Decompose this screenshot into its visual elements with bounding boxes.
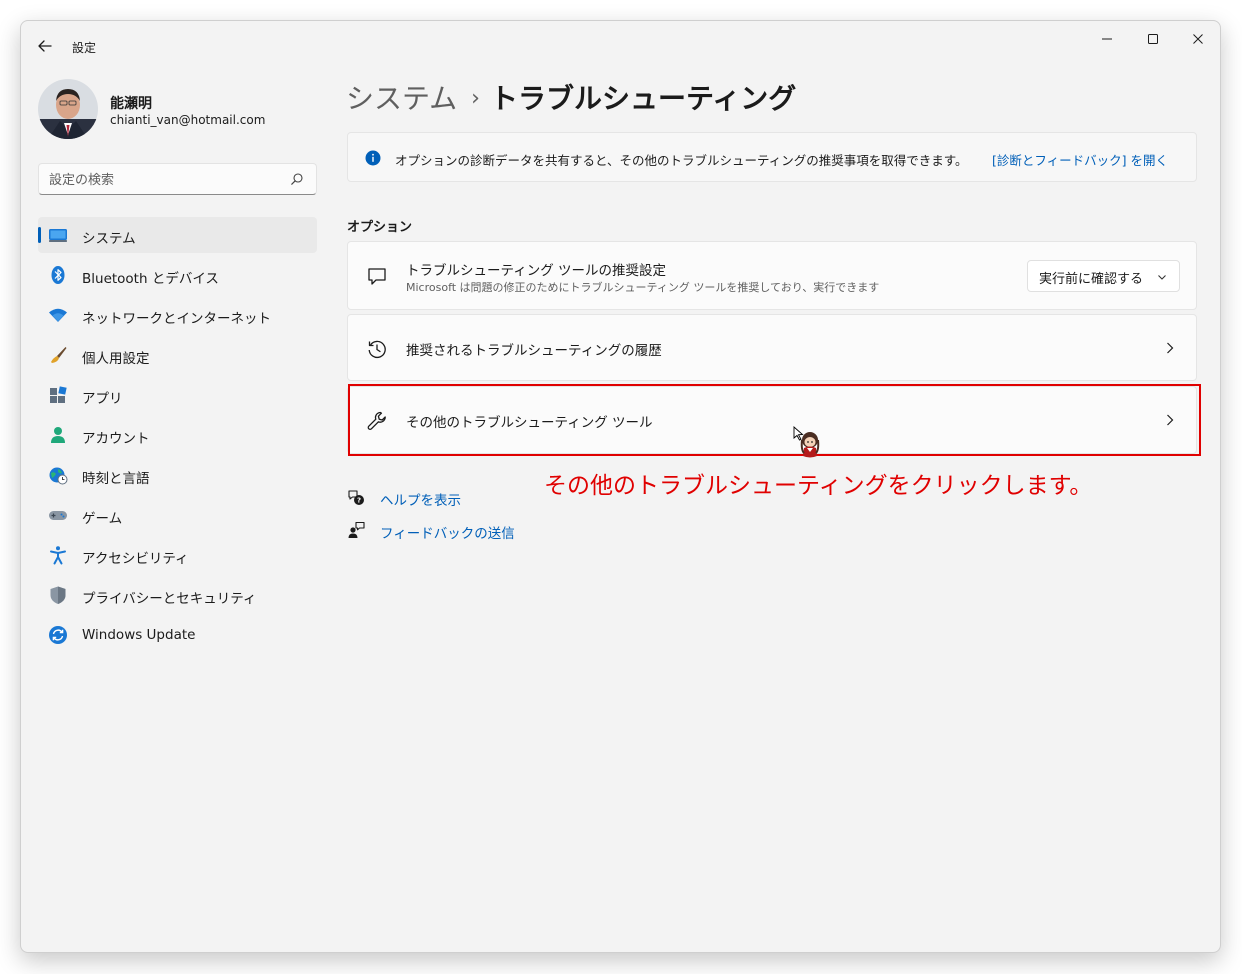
history-icon <box>368 340 386 359</box>
recommended-settings-card: トラブルシューティング ツールの推奨設定 Microsoft は問題の修正のため… <box>347 241 1197 310</box>
search-icon[interactable] <box>290 172 304 186</box>
sidebar-item-label: ネットワークとインターネット <box>82 311 271 327</box>
chevron-right-icon <box>1167 414 1174 426</box>
sidebar-item-system[interactable]: システム <box>38 217 317 253</box>
sidebar-item-label: ゲーム <box>82 511 123 527</box>
card-subtitle: Microsoft は問題の修正のためにトラブルシューティング ツールを推奨して… <box>406 281 880 294</box>
section-title: オプション <box>347 220 413 235</box>
open-diagnostics-link[interactable]: [診断とフィードバック] を開く <box>992 150 1168 169</box>
globe-clock-icon <box>49 467 68 485</box>
gamepad-icon <box>49 511 67 520</box>
sidebar-item-privacy-security[interactable]: プライバシーとセキュリティ <box>38 577 317 613</box>
sidebar-nav: システム Bluetooth とデバイス ネットワークとインターネット 個人用設… <box>38 217 317 657</box>
card-title: トラブルシューティング ツールの推奨設定 <box>406 263 666 279</box>
accessibility-icon <box>50 546 66 565</box>
breadcrumb: システム › トラブルシューティング <box>346 77 796 117</box>
sidebar-item-label: 個人用設定 <box>82 351 150 367</box>
help-chat-icon: ? <box>348 490 364 505</box>
breadcrumb-parent[interactable]: システム <box>346 82 457 115</box>
refresh-icon <box>49 626 67 644</box>
sidebar-item-apps[interactable]: アプリ <box>38 377 317 413</box>
app-title: 設定 <box>72 41 97 55</box>
dropdown-value: 実行前に確認する <box>1039 272 1144 287</box>
sidebar-item-label: プライバシーとセキュリティ <box>82 591 257 607</box>
chat-bubble-icon <box>368 268 386 285</box>
sidebar-item-time-language[interactable]: 時刻と言語 <box>38 457 317 493</box>
card-title: その他のトラブルシューティング ツール <box>406 415 653 431</box>
search-input[interactable] <box>49 170 279 190</box>
user-name: 能瀬明 <box>110 96 152 112</box>
run-mode-dropdown[interactable]: 実行前に確認する <box>1027 260 1180 292</box>
sidebar-item-label: システム <box>82 231 136 247</box>
info-icon <box>365 150 381 166</box>
minimize-icon[interactable] <box>1095 29 1119 49</box>
annotation-text: その他のトラブルシューティングをクリックします。 <box>544 473 1093 499</box>
sidebar-item-network[interactable]: ネットワークとインターネット <box>38 297 317 333</box>
card-title: 推奨されるトラブルシューティングの履歴 <box>406 343 662 359</box>
cursor-mascot-icon <box>793 426 820 458</box>
user-email: chianti_van@hotmail.com <box>110 113 266 127</box>
avatar[interactable] <box>38 79 98 139</box>
maximize-icon[interactable] <box>1141 29 1165 49</box>
sidebar-item-accessibility[interactable]: アクセシビリティ <box>38 537 317 573</box>
person-icon <box>51 427 65 443</box>
sidebar-item-label: アプリ <box>82 391 123 407</box>
wrench-icon <box>367 411 386 430</box>
title-bar: 設定 <box>21 21 1220 69</box>
sidebar-item-label: アカウント <box>82 431 150 447</box>
sidebar-item-gaming[interactable]: ゲーム <box>38 497 317 533</box>
feedback-link-label[interactable]: フィードバックの送信 <box>380 522 515 542</box>
search-box[interactable] <box>38 163 317 195</box>
brush-icon <box>51 347 67 363</box>
back-arrow-icon[interactable] <box>35 36 55 56</box>
chevron-right-icon <box>1167 342 1174 354</box>
sidebar-item-label: 時刻と言語 <box>82 471 150 487</box>
info-bar: オプションの診断データを共有すると、その他のトラブルシューティングの推奨事項を取… <box>347 132 1197 182</box>
bluetooth-icon <box>51 266 65 284</box>
sidebar-item-label: Windows Update <box>82 627 196 643</box>
feedback-icon <box>348 521 365 538</box>
page-title: トラブルシューティング <box>489 82 797 115</box>
settings-window: 設定 能瀬明 chianti_van@hotmail.com 設定の検索 システ… <box>20 20 1221 953</box>
monitor-icon <box>49 229 67 242</box>
sidebar-item-bluetooth[interactable]: Bluetooth とデバイス <box>38 257 317 293</box>
sidebar-item-label: Bluetooth とデバイス <box>82 271 219 287</box>
sidebar-item-label: アクセシビリティ <box>82 551 189 567</box>
help-link-label[interactable]: ヘルプを表示 <box>380 489 461 509</box>
apps-icon <box>50 386 67 403</box>
sidebar-item-accounts[interactable]: アカウント <box>38 417 317 453</box>
info-text: オプションの診断データを共有すると、その他のトラブルシューティングの推奨事項を取… <box>395 153 968 168</box>
chevron-down-icon <box>1158 275 1166 280</box>
avatar-photo <box>38 79 98 139</box>
breadcrumb-separator: › <box>471 86 480 111</box>
close-icon[interactable] <box>1186 29 1210 49</box>
shield-icon <box>50 586 66 604</box>
wifi-icon <box>49 308 67 322</box>
troubleshoot-history-card[interactable]: 推奨されるトラブルシューティングの履歴 <box>347 314 1197 381</box>
sidebar-item-personalization[interactable]: 個人用設定 <box>38 337 317 373</box>
svg-text:?: ? <box>357 497 361 505</box>
other-troubleshooters-card[interactable]: その他のトラブルシューティング ツール <box>347 386 1197 454</box>
sidebar-item-windows-update[interactable]: Windows Update <box>38 617 317 653</box>
